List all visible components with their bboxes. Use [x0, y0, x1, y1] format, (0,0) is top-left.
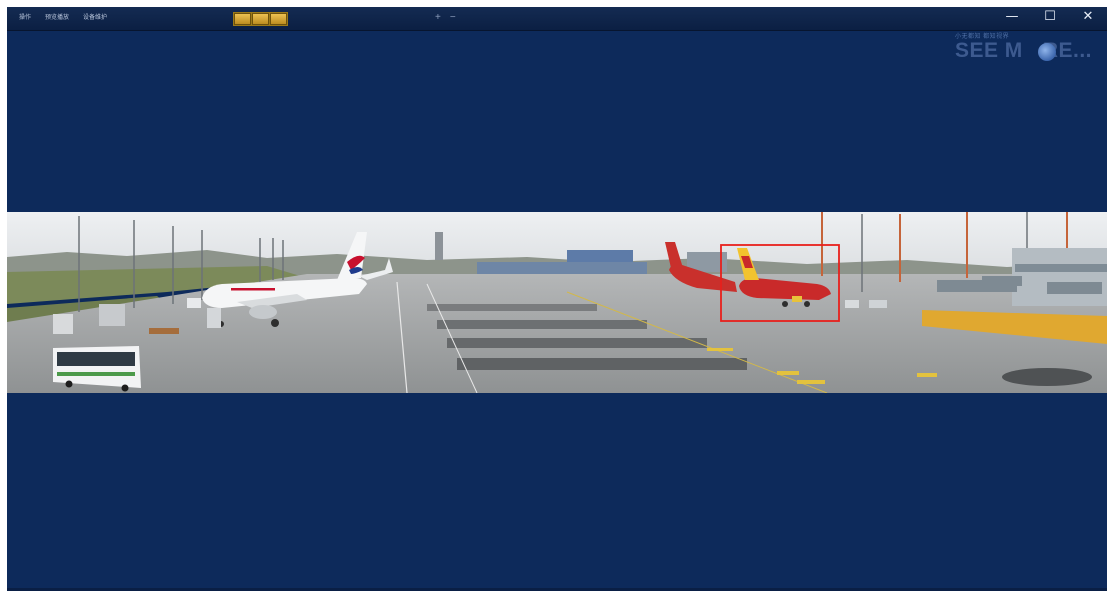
- logo-text-main: SEE M: [954, 39, 1023, 62]
- zoom-in-button[interactable]: +: [435, 12, 441, 23]
- control-tower: [435, 232, 443, 260]
- zoom-out-button[interactable]: −: [450, 12, 456, 23]
- video-pane[interactable]: [7, 212, 1107, 393]
- panorama-video-frame: [7, 212, 1107, 393]
- menu-device-maintenance[interactable]: 设备维护: [83, 13, 107, 23]
- minimize-button[interactable]: —: [993, 7, 1031, 27]
- close-button[interactable]: ✕: [1069, 7, 1107, 27]
- ground-marking: [917, 373, 937, 377]
- app-window: 操作 预览播放 设备维护 + − — ☐ ✕ 小无都知 都知视界 SEE M RE…: [7, 7, 1107, 591]
- ground-marking: [777, 371, 799, 375]
- layout-cell: [270, 13, 287, 25]
- ground-marking: [707, 348, 733, 351]
- apron-patch: [457, 358, 747, 370]
- layout-cell: [234, 13, 251, 25]
- shuttle-bus: [53, 346, 141, 392]
- apron-patch: [437, 320, 647, 329]
- terminal-building-right: [1012, 248, 1107, 306]
- layout-cell: [252, 13, 269, 25]
- title-bar: 操作 预览播放 设备维护 + − — ☐ ✕: [7, 7, 1107, 31]
- apron-stain: [1002, 368, 1092, 386]
- apron-patch: [447, 338, 707, 348]
- terminal-building: [567, 250, 633, 262]
- menu-operate[interactable]: 操作: [19, 13, 31, 23]
- terminal-windows: [1015, 264, 1107, 272]
- apron-patch: [427, 304, 597, 311]
- zoom-controls: + −: [435, 12, 456, 23]
- brand-logo: 小无都知 都知视界 SEE M RE...: [955, 33, 1092, 61]
- logo-text: SEE M RE...: [954, 39, 1092, 62]
- terminal-building: [477, 262, 647, 274]
- menu-bar: 操作 预览播放 设备维护: [19, 13, 107, 23]
- maximize-button[interactable]: ☐: [1031, 7, 1069, 27]
- ground-marking: [797, 380, 825, 384]
- window-controls: — ☐ ✕: [993, 7, 1107, 27]
- bottom-edge: [7, 588, 1107, 591]
- grid-layout-icon[interactable]: [233, 12, 288, 26]
- menu-preview-playback[interactable]: 预览播放: [45, 13, 69, 23]
- globe-icon: [1037, 43, 1056, 61]
